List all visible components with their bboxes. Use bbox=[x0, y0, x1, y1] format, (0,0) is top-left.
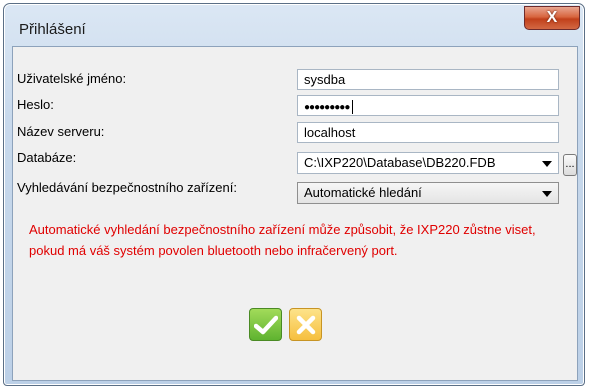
ok-button[interactable] bbox=[249, 308, 282, 341]
login-dialog: Přihlášení X Uživatelské jméno: sysdba H… bbox=[3, 3, 585, 386]
chevron-down-icon bbox=[542, 161, 552, 167]
cancel-button[interactable] bbox=[289, 308, 322, 341]
x-icon bbox=[296, 315, 315, 334]
device-search-value: Automatické hledání bbox=[304, 185, 422, 200]
dialog-body: Uživatelské jméno: sysdba Heslo: ●●●●●●●… bbox=[12, 46, 578, 381]
check-icon bbox=[253, 315, 278, 334]
username-label: Uživatelské jméno: bbox=[17, 71, 127, 86]
password-field[interactable]: ●●●●●●●●● bbox=[297, 95, 559, 116]
password-mask: ●●●●●●●●● bbox=[304, 102, 350, 113]
chevron-down-icon bbox=[542, 191, 552, 197]
browse-button[interactable]: ... bbox=[563, 154, 577, 176]
device-search-label: Vyhledávání bezpečnostního zařízení: bbox=[17, 180, 237, 195]
warning-message: Automatické vyhledání bezpečnostního zař… bbox=[29, 222, 536, 258]
close-button[interactable]: X bbox=[524, 6, 580, 30]
server-label: Název serveru: bbox=[17, 124, 105, 139]
database-label: Databáze: bbox=[17, 150, 77, 165]
device-search-select[interactable]: Automatické hledání bbox=[297, 182, 559, 204]
password-label: Heslo: bbox=[17, 97, 54, 112]
database-select[interactable]: C:\IXP220\Database\DB220.FDB bbox=[297, 152, 559, 174]
database-value: C:\IXP220\Database\DB220.FDB bbox=[304, 155, 496, 170]
server-field[interactable]: localhost bbox=[297, 122, 559, 143]
text-caret bbox=[352, 99, 354, 114]
dialog-title: Přihlášení bbox=[19, 21, 86, 38]
close-icon: X bbox=[546, 9, 558, 26]
username-field[interactable]: sysdba bbox=[297, 69, 559, 90]
